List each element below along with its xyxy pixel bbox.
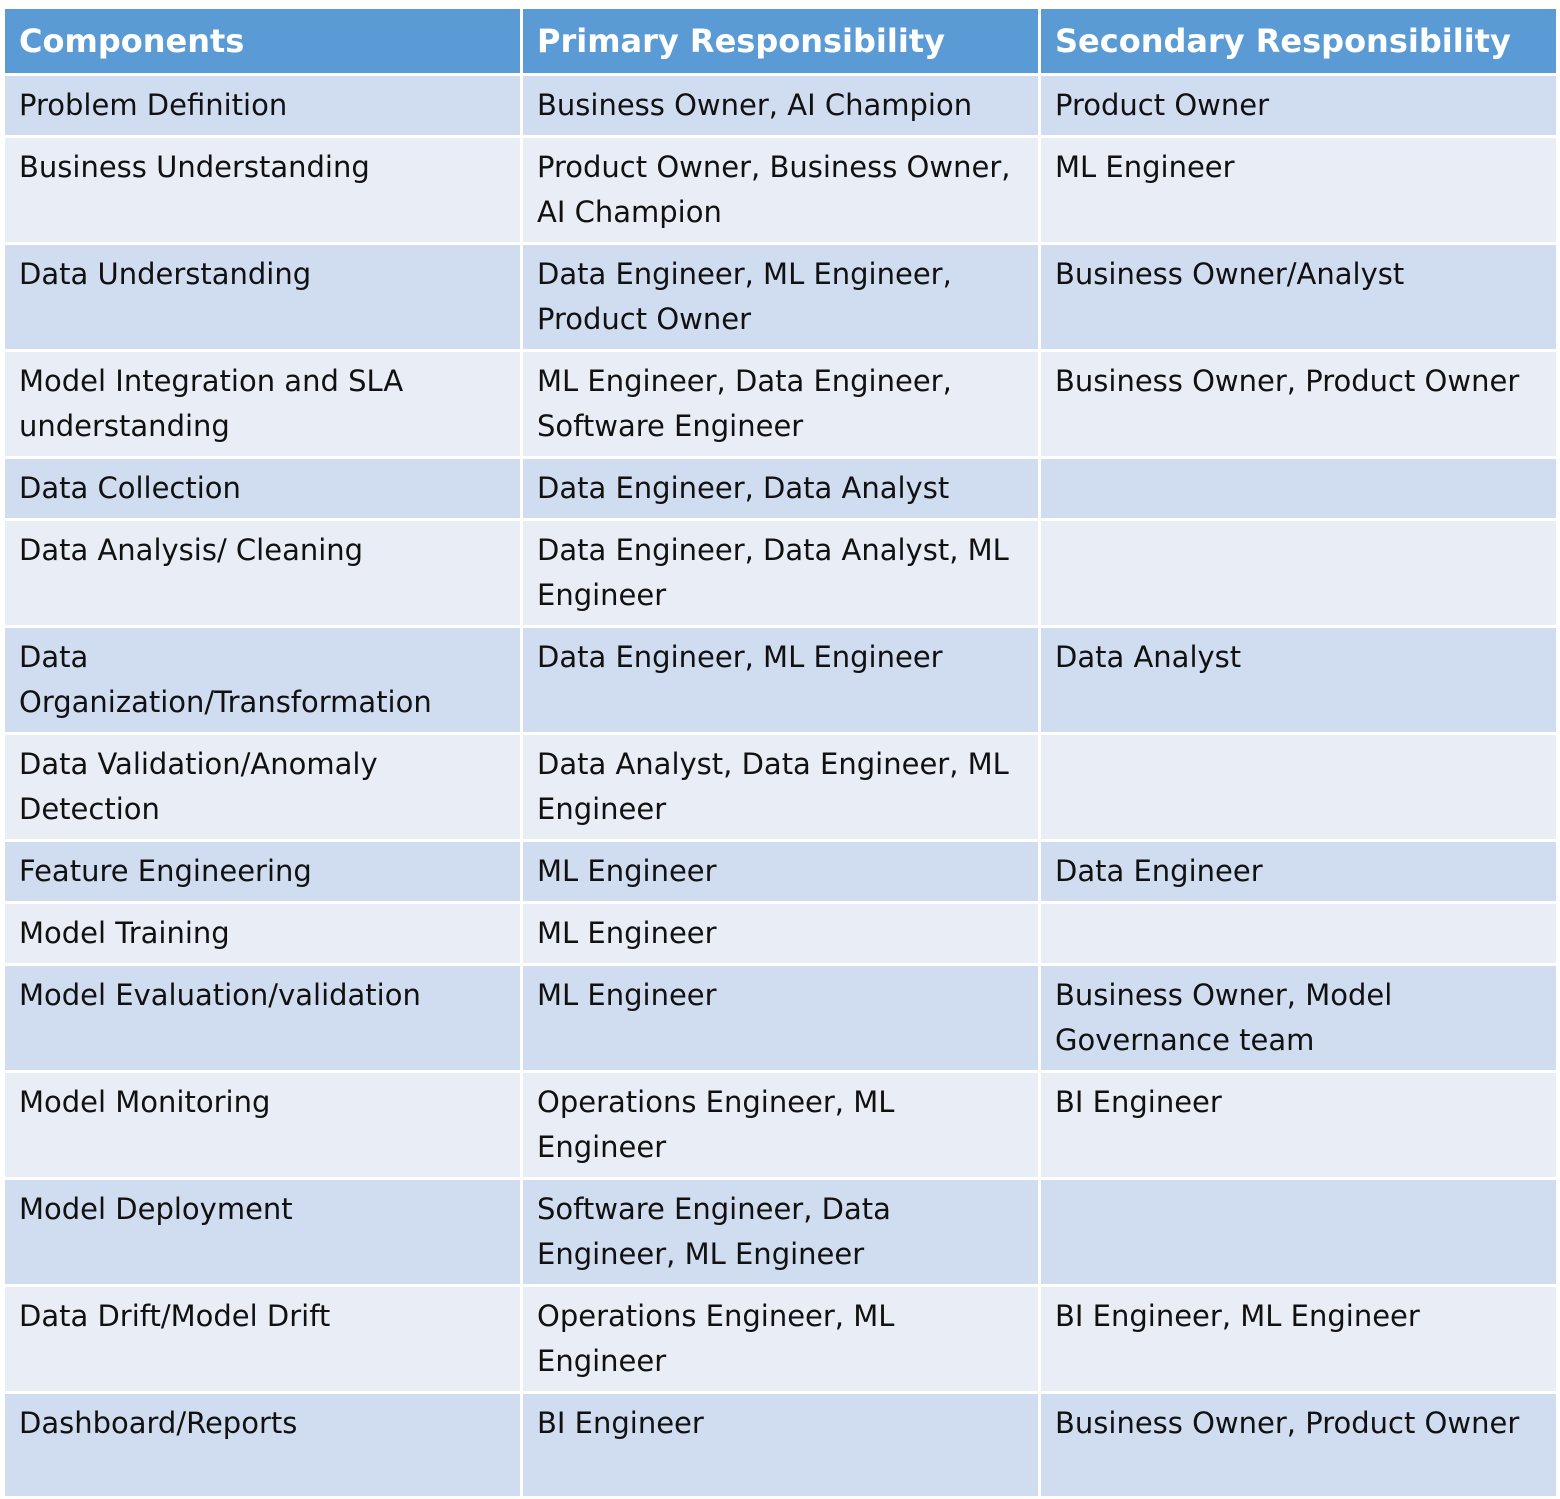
cell-primary: Product Owner, Business Owner, AI Champi… — [520, 135, 1041, 245]
cell-primary: ML Engineer — [520, 901, 1041, 966]
cell-primary: Software Engineer, Data Engineer, ML Eng… — [520, 1177, 1041, 1287]
cell-component: Dashboard/Reports — [2, 1391, 523, 1499]
cell-component: Data Organization/Transformation — [2, 625, 523, 735]
cell-primary: Data Engineer, ML Engineer, Product Owne… — [520, 242, 1041, 352]
cell-component: Model Deployment — [2, 1177, 523, 1287]
cell-secondary: Product Owner — [1038, 73, 1559, 138]
table-row: Data Analysis/ Cleaning Data Engineer, D… — [2, 518, 1559, 628]
table-row: Data Collection Data Engineer, Data Anal… — [2, 456, 1559, 521]
table-row: Data Understanding Data Engineer, ML Eng… — [2, 242, 1559, 352]
cell-primary: Data Engineer, Data Analyst, ML Engineer — [520, 518, 1041, 628]
table-row: Data Validation/Anomaly Detection Data A… — [2, 732, 1559, 842]
cell-primary: Data Engineer, ML Engineer — [520, 625, 1041, 735]
table-header-row: Components Primary Responsibility Second… — [2, 6, 1559, 76]
table-row: Model Deployment Software Engineer, Data… — [2, 1177, 1559, 1287]
cell-secondary: BI Engineer — [1038, 1070, 1559, 1180]
cell-secondary: Business Owner, Product Owner — [1038, 349, 1559, 459]
cell-component: Data Understanding — [2, 242, 523, 352]
header-secondary-responsibility: Secondary Responsibility — [1038, 6, 1559, 76]
cell-component: Business Understanding — [2, 135, 523, 245]
cell-component: Problem Definition — [2, 73, 523, 138]
cell-primary: ML Engineer — [520, 839, 1041, 904]
cell-primary: ML Engineer, Data Engineer, Software Eng… — [520, 349, 1041, 459]
cell-secondary: Data Engineer — [1038, 839, 1559, 904]
cell-secondary — [1038, 1177, 1559, 1287]
cell-component: Model Integration and SLA understanding — [2, 349, 523, 459]
responsibility-table: Components Primary Responsibility Second… — [2, 6, 1559, 1499]
cell-secondary — [1038, 456, 1559, 521]
table-row: Data Organization/Transformation Data En… — [2, 625, 1559, 735]
cell-component: Model Evaluation/validation — [2, 963, 523, 1073]
table-row: Feature Engineering ML Engineer Data Eng… — [2, 839, 1559, 904]
cell-component: Model Training — [2, 901, 523, 966]
cell-secondary: ML Engineer — [1038, 135, 1559, 245]
cell-secondary: Data Analyst — [1038, 625, 1559, 735]
cell-primary: BI Engineer — [520, 1391, 1041, 1499]
cell-component: Data Analysis/ Cleaning — [2, 518, 523, 628]
table-row: Model Integration and SLA understanding … — [2, 349, 1559, 459]
cell-secondary — [1038, 518, 1559, 628]
cell-secondary — [1038, 901, 1559, 966]
table-row: Data Drift/Model Drift Operations Engine… — [2, 1284, 1559, 1394]
cell-component: Data Collection — [2, 456, 523, 521]
cell-primary: Data Engineer, Data Analyst — [520, 456, 1041, 521]
cell-primary: Operations Engineer, ML Engineer — [520, 1284, 1041, 1394]
cell-secondary — [1038, 732, 1559, 842]
cell-component: Feature Engineering — [2, 839, 523, 904]
table-row: Model Training ML Engineer — [2, 901, 1559, 966]
cell-primary: Operations Engineer, ML Engineer — [520, 1070, 1041, 1180]
table-row: Business Understanding Product Owner, Bu… — [2, 135, 1559, 245]
cell-secondary: Business Owner, Model Governance team — [1038, 963, 1559, 1073]
header-primary-responsibility: Primary Responsibility — [520, 6, 1041, 76]
cell-primary: Business Owner, AI Champion — [520, 73, 1041, 138]
responsibility-table-container: Components Primary Responsibility Second… — [2, 6, 1559, 1499]
cell-primary: Data Analyst, Data Engineer, ML Engineer — [520, 732, 1041, 842]
cell-secondary: Business Owner, Product Owner — [1038, 1391, 1559, 1499]
table-row: Model Monitoring Operations Engineer, ML… — [2, 1070, 1559, 1180]
cell-component: Data Validation/Anomaly Detection — [2, 732, 523, 842]
table-row: Dashboard/Reports BI Engineer Business O… — [2, 1391, 1559, 1499]
table-row: Model Evaluation/validation ML Engineer … — [2, 963, 1559, 1073]
cell-secondary: BI Engineer, ML Engineer — [1038, 1284, 1559, 1394]
cell-component: Data Drift/Model Drift — [2, 1284, 523, 1394]
header-components: Components — [2, 6, 523, 76]
cell-secondary: Business Owner/Analyst — [1038, 242, 1559, 352]
cell-component: Model Monitoring — [2, 1070, 523, 1180]
cell-primary: ML Engineer — [520, 963, 1041, 1073]
table-row: Problem Definition Business Owner, AI Ch… — [2, 73, 1559, 138]
